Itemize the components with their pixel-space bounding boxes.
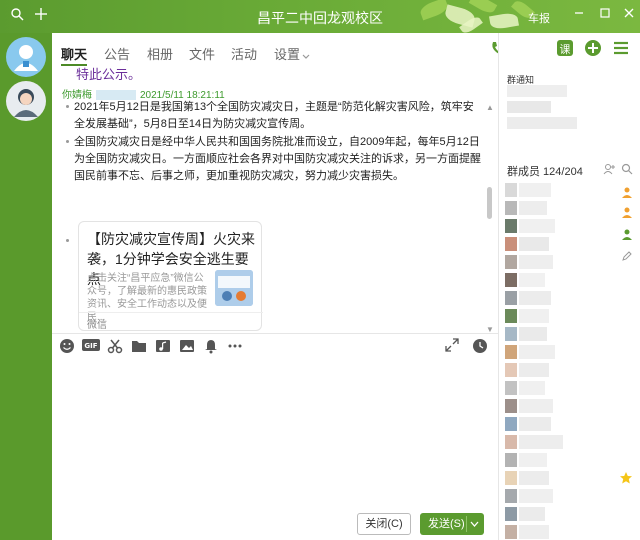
member-icon	[621, 227, 633, 245]
gif-icon[interactable]: GIF	[82, 338, 100, 356]
chevron-down-icon[interactable]	[470, 513, 479, 540]
scroll-down-icon[interactable]: ▼	[486, 325, 494, 333]
chat-panel: 聊天 公告 相册 文件 活动 设置 特此公示。 你婧梅 2021/5/11 18:…	[52, 33, 536, 540]
left-sidebar	[0, 33, 52, 540]
message-paragraph: 2021年5月12日是我国第13个全国防灾减灾日，主题是“防范化解灾害风险，筑牢…	[74, 101, 474, 130]
title-bar: 昌平二中回龙观校区 车报	[0, 0, 640, 33]
message-paragraph: 全国防灾减灾日是经中华人民共和国国务院批准而设立，自2009年起，每年5月12日…	[74, 136, 481, 182]
tab-settings[interactable]: 设置	[274, 44, 300, 63]
edit-icon[interactable]	[621, 249, 633, 267]
message-partial-header: 特此公示。	[76, 68, 142, 83]
tab-chat[interactable]: 聊天	[61, 44, 87, 63]
lesson-icon[interactable]: 课	[555, 38, 575, 58]
tab-announcements[interactable]: 公告	[104, 44, 130, 63]
maximize-icon[interactable]	[596, 6, 614, 24]
add-member-icon[interactable]	[603, 163, 615, 178]
emoji-icon[interactable]	[58, 338, 76, 356]
expand-icon[interactable]	[443, 338, 461, 356]
scissors-icon[interactable]	[106, 338, 124, 356]
tab-activities[interactable]: 活动	[231, 44, 257, 63]
svg-text:课: 课	[560, 43, 571, 56]
close-button[interactable]: 关闭(C)	[357, 513, 411, 535]
scroll-up-icon[interactable]: ▲	[486, 103, 494, 112]
folder-icon[interactable]	[130, 338, 148, 356]
tab-bar: 聊天 公告 相册 文件 活动 设置	[52, 33, 498, 67]
bullet-marker	[66, 239, 69, 242]
active-tab-indicator	[61, 64, 87, 66]
more-icon[interactable]	[226, 338, 244, 356]
user-avatar[interactable]	[6, 37, 46, 77]
shared-article-card[interactable]: 【防灾减灾宣传周】火灾来袭，1分钟学会安全逃生要点 点击关注“昌平应急”微信公众…	[78, 221, 263, 331]
close-window-icon[interactable]	[620, 6, 638, 24]
group-info-panel: 课 群通知 群成员 124/204	[498, 33, 640, 540]
add-circle-icon[interactable]	[583, 38, 603, 58]
tab-album[interactable]: 相册	[147, 44, 173, 63]
send-button[interactable]: 发送(S)	[420, 513, 484, 535]
svg-text:GIF: GIF	[84, 342, 97, 350]
image-icon[interactable]	[178, 338, 196, 356]
admin-icon	[621, 205, 633, 223]
search-icon[interactable]	[621, 163, 633, 178]
bullet-marker	[66, 105, 69, 108]
scrollbar-thumb[interactable]	[487, 187, 492, 219]
card-thumbnail	[215, 270, 253, 306]
minimize-icon[interactable]	[570, 6, 588, 24]
contact-avatar[interactable]	[6, 81, 46, 121]
card-source: 微信	[87, 320, 107, 331]
admin-icon	[621, 185, 633, 203]
input-toolbar: GIF	[52, 333, 498, 359]
more-icon[interactable]	[611, 38, 631, 58]
bell-icon[interactable]	[202, 338, 220, 356]
announcement-link[interactable]: 车报	[528, 10, 550, 26]
history-icon[interactable]	[471, 338, 489, 356]
music-icon[interactable]	[154, 338, 172, 356]
message-list[interactable]: 特此公示。 你婧梅 2021/5/11 18:21:11 2021年5月12日是我…	[52, 67, 498, 333]
members-count: 群成员 124/204	[507, 166, 583, 178]
chevron-down-icon[interactable]	[302, 47, 310, 65]
star-icon	[619, 471, 633, 490]
tab-files[interactable]: 文件	[189, 44, 215, 63]
bullet-marker	[66, 140, 69, 143]
